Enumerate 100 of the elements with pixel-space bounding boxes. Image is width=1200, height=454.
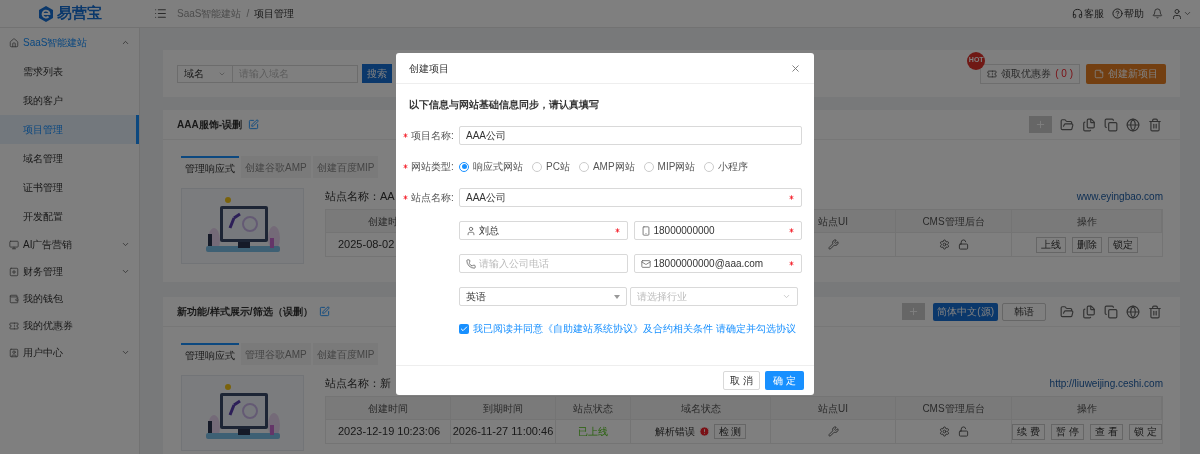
sidebar-group[interactable]: 我的优惠券 — [0, 312, 139, 339]
create-project-button[interactable]: 创建新项目 — [1086, 63, 1166, 84]
field-label: 网站类型: — [411, 160, 454, 174]
check-button[interactable]: 检 测 — [713, 424, 747, 439]
sidebar-group[interactable]: 财务管理 — [0, 258, 139, 285]
house-icon — [9, 37, 19, 48]
globe-icon[interactable] — [1126, 304, 1140, 319]
filter-select[interactable]: 域名 — [177, 64, 233, 83]
ticket-icon — [9, 320, 19, 331]
breadcrumb-separator: / — [246, 7, 250, 21]
action-button[interactable]: 锁 定 — [1128, 423, 1162, 440]
logo-text: 易营宝 — [57, 3, 102, 24]
breadcrumb-item: 项目管理 — [254, 7, 295, 21]
language-select[interactable]: 英语 — [459, 287, 627, 306]
sidebar-item[interactable]: 我的客户 — [0, 86, 139, 115]
settings-icon[interactable] — [938, 426, 950, 437]
copy-icon[interactable] — [1104, 117, 1118, 132]
agreement-checkbox[interactable] — [459, 324, 469, 335]
chevron-down-icon — [121, 348, 130, 357]
chevron-down-icon — [782, 292, 791, 301]
globe-icon[interactable] — [1126, 117, 1140, 132]
action-button[interactable]: 续 费 — [1012, 423, 1046, 440]
radio-option[interactable]: 小程序 — [704, 159, 749, 174]
headset-icon — [1072, 8, 1083, 19]
site-name-text: 站点名称：新 — [325, 375, 391, 391]
domain-status-text: 解析错误 — [654, 425, 695, 439]
status-text: 已上线 — [578, 425, 608, 439]
site-url-link[interactable]: http://liuweijing.ceshi.com — [1049, 375, 1163, 391]
site-name-text: 站点名称：AA — [325, 188, 395, 204]
table-cell-text: 2026-11-27 11:00:46 — [452, 424, 554, 440]
column-header: 站点UI — [818, 401, 848, 416]
language-tab[interactable]: 简体中文(源) — [933, 302, 998, 321]
table-cell-text: 2025-08-02 — [338, 237, 395, 253]
column-header: 操作 — [1076, 401, 1097, 416]
files-icon[interactable] — [1082, 304, 1096, 319]
chevron-down-icon — [121, 267, 130, 276]
chevron-down-icon — [1183, 9, 1192, 18]
notice-text: 以下信息与网站基础信息同步，请认真填写 — [408, 98, 600, 112]
copy-icon[interactable] — [1104, 304, 1118, 319]
sidebar-item[interactable]: 需求列表 — [0, 57, 139, 86]
logo-icon — [38, 5, 54, 22]
plus-icon — [908, 306, 920, 317]
column-header: 创建时 — [368, 214, 398, 229]
sidebar-group[interactable]: AI广告营销 — [0, 231, 139, 258]
sidebar-item[interactable]: 域名管理 — [0, 144, 139, 173]
help-button[interactable]: 帮助 — [1112, 6, 1144, 21]
radio-option[interactable]: 响应式网站 — [459, 159, 523, 174]
project-title: 新功能/样式展示/筛选（误删） — [177, 305, 313, 319]
edit-icon[interactable] — [318, 306, 330, 317]
column-header: 站点UI — [818, 214, 848, 229]
sidebar-item[interactable]: 证书管理 — [0, 173, 139, 202]
column-header: 站点状态 — [573, 401, 613, 416]
dialog-title: 创建项目 — [409, 61, 449, 76]
unlock-icon[interactable] — [957, 426, 969, 437]
radio-option[interactable]: MIP网站 — [643, 159, 696, 174]
sidebar-group[interactable]: 用户中心 — [0, 339, 139, 366]
project-title: AAA服饰-误删 — [177, 118, 242, 132]
chevron-up-icon — [121, 38, 130, 47]
table-cell-text: 2023-12-19 10:23:06 — [338, 424, 441, 440]
plus-icon — [1035, 119, 1046, 130]
field-label: 项目名称: — [411, 129, 454, 143]
radio-option[interactable]: PC站 — [532, 159, 570, 174]
contact-field[interactable]: 18000000000@aaa.com — [633, 254, 802, 273]
help-icon — [1112, 8, 1123, 19]
language-tab[interactable]: 韩语 — [1002, 302, 1046, 321]
trash-icon[interactable] — [1148, 304, 1162, 319]
action-button[interactable]: 暂 停 — [1051, 423, 1084, 440]
confirm-button[interactable]: 确 定 — [765, 370, 804, 390]
notification-icon[interactable] — [1152, 8, 1163, 19]
action-button[interactable]: 查 看 — [1090, 423, 1123, 440]
user-menu-button[interactable] — [1171, 7, 1192, 20]
monitor-icon — [9, 239, 19, 250]
wallet-icon — [9, 293, 19, 304]
contact-input[interactable]: 18000000000@aaa.com — [653, 255, 785, 272]
folder-icon[interactable] — [1060, 304, 1074, 319]
column-header: CMS管理后台 — [922, 214, 985, 229]
search-button[interactable]: 搜索 — [362, 64, 392, 83]
field-label: 站点名称: — [411, 191, 454, 205]
sidebar-group[interactable]: 我的钱包 — [0, 285, 139, 312]
column-header: 域名状态 — [680, 401, 721, 416]
telephone-icon — [466, 258, 476, 269]
cancel-button[interactable]: 取 消 — [723, 370, 761, 390]
site-url-link[interactable]: www.eyingbao.com — [1076, 188, 1163, 204]
column-header: 创建时间 — [368, 401, 408, 416]
coupon-count: ( 0 ) — [1055, 67, 1073, 81]
column-header: 操作 — [1076, 214, 1097, 229]
close-icon[interactable] — [790, 62, 801, 74]
coupon-button[interactable]: 领取优惠券 ( 0 ) — [980, 63, 1080, 84]
ticket-icon — [987, 68, 998, 79]
sidebar-item[interactable]: 开发配置 — [0, 202, 139, 231]
support-button[interactable]: 客服 — [1072, 6, 1104, 21]
menu-icon[interactable] — [154, 7, 167, 20]
files-icon[interactable] — [1082, 117, 1096, 132]
sidebar-group[interactable]: SaaS智能建站 — [0, 28, 139, 57]
folder-icon[interactable] — [1060, 117, 1074, 132]
wrench-icon[interactable] — [827, 426, 839, 437]
trash-icon[interactable] — [1148, 117, 1162, 132]
note-icon — [1094, 68, 1104, 79]
edit-icon[interactable] — [248, 119, 259, 130]
radio-option[interactable]: AMP网站 — [578, 159, 635, 174]
